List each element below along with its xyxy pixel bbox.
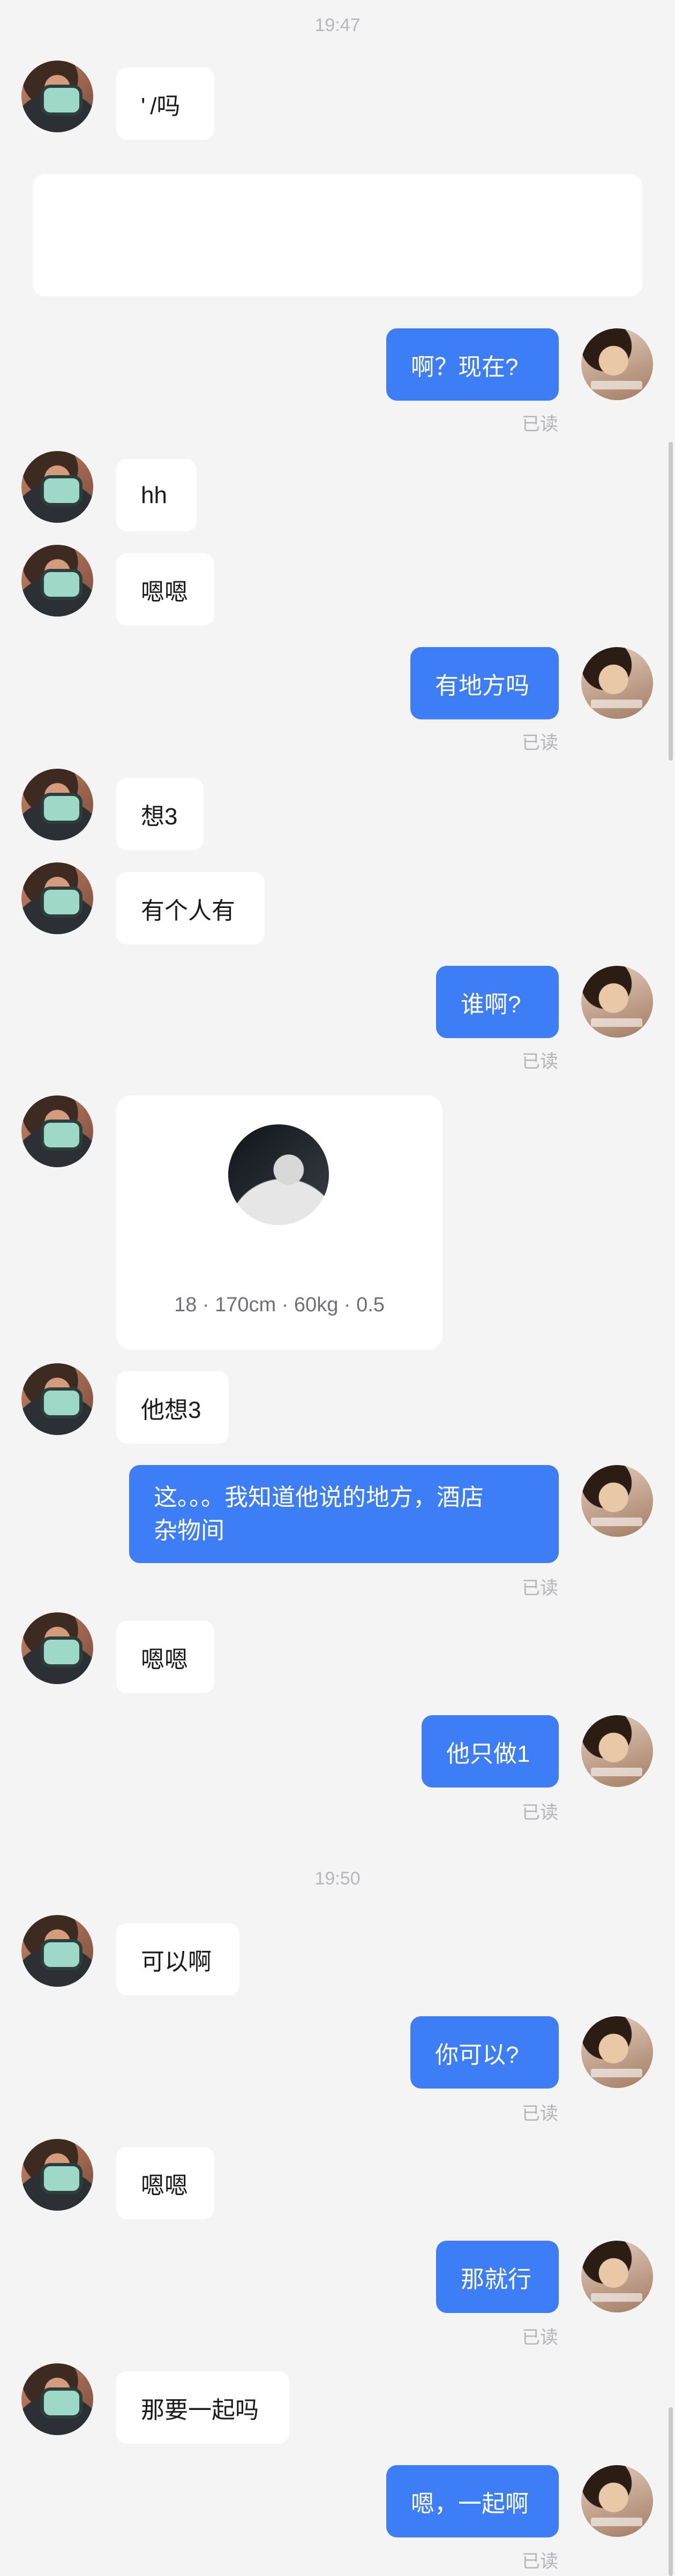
read-receipt: 已读 bbox=[522, 2327, 558, 2348]
my-avatar[interactable] bbox=[581, 1715, 653, 1787]
my-avatar[interactable] bbox=[581, 966, 653, 1038]
my-avatar[interactable] bbox=[581, 2241, 653, 2312]
read-receipt: 已读 bbox=[522, 414, 558, 434]
profile-card[interactable]: 18 · 170cm · 60kg · 0.5 bbox=[116, 1095, 442, 1350]
contact-avatar[interactable] bbox=[21, 61, 93, 132]
avatar-caption bbox=[591, 2518, 642, 2526]
incoming-message[interactable]: 那要一起吗 bbox=[116, 2371, 289, 2444]
mask-icon bbox=[41, 1387, 82, 1418]
incoming-message[interactable]: 他想3 bbox=[116, 1371, 229, 1444]
outgoing-message[interactable]: 那就行 bbox=[436, 2241, 559, 2313]
scrollbar-thumb[interactable] bbox=[669, 2407, 673, 2576]
mask-icon bbox=[41, 1939, 82, 1970]
outgoing-message[interactable]: 嗯，一起啊 bbox=[386, 2465, 559, 2537]
message-line: 杂物间 bbox=[154, 1518, 224, 1544]
profile-photo bbox=[228, 1124, 329, 1225]
incoming-message[interactable]: 想3 bbox=[116, 778, 204, 850]
contact-avatar[interactable] bbox=[21, 2363, 93, 2435]
outgoing-message[interactable]: 谁啊? bbox=[436, 966, 559, 1038]
profile-caption: 18 · 170cm · 60kg · 0.5 bbox=[174, 1294, 385, 1316]
incoming-message[interactable]: 可以啊 bbox=[116, 1923, 239, 1995]
contact-avatar[interactable] bbox=[21, 1612, 93, 1684]
avatar-caption bbox=[591, 1518, 642, 1526]
avatar-caption bbox=[591, 2293, 642, 2302]
blank-card[interactable] bbox=[33, 174, 642, 296]
message-line: 这。。。我知道他说的地方，酒店 bbox=[154, 1484, 484, 1511]
read-receipt: 已读 bbox=[522, 1052, 558, 1072]
mask-icon bbox=[41, 2163, 82, 2194]
read-receipt: 已读 bbox=[522, 2104, 558, 2124]
mask-icon bbox=[41, 1636, 82, 1668]
outgoing-message[interactable]: 啊？现在? bbox=[386, 328, 559, 401]
incoming-message[interactable]: 嗯嗯 bbox=[116, 2147, 214, 2219]
incoming-message[interactable]: ' /吗 bbox=[116, 67, 214, 140]
incoming-message[interactable]: hh bbox=[116, 459, 197, 531]
mask-icon bbox=[41, 887, 82, 918]
avatar-caption bbox=[591, 1768, 642, 1776]
avatar-caption bbox=[591, 700, 642, 708]
mask-icon bbox=[41, 475, 82, 506]
avatar-caption bbox=[591, 1018, 642, 1027]
contact-avatar[interactable] bbox=[21, 1915, 93, 1987]
avatar-caption bbox=[591, 2069, 642, 2077]
timestamp: 19:47 bbox=[314, 15, 361, 35]
my-avatar[interactable] bbox=[581, 1465, 653, 1537]
read-receipt: 已读 bbox=[522, 733, 558, 753]
mask-icon bbox=[41, 793, 82, 824]
my-avatar[interactable] bbox=[581, 647, 653, 719]
contact-avatar[interactable] bbox=[21, 2139, 93, 2211]
contact-avatar[interactable] bbox=[21, 545, 93, 617]
read-receipt: 已读 bbox=[522, 1578, 558, 1598]
mask-icon bbox=[41, 2387, 82, 2419]
contact-avatar[interactable] bbox=[21, 1095, 93, 1167]
my-avatar[interactable] bbox=[581, 328, 653, 400]
my-avatar[interactable] bbox=[581, 2016, 653, 2088]
read-receipt: 已读 bbox=[522, 1803, 558, 1823]
incoming-message[interactable]: 有个人有 bbox=[116, 872, 265, 944]
timestamp: 19:50 bbox=[314, 1868, 361, 1889]
contact-avatar[interactable] bbox=[21, 451, 93, 523]
mask-icon bbox=[41, 85, 82, 116]
mask-icon bbox=[41, 1120, 82, 1151]
scrollbar-thumb[interactable] bbox=[669, 442, 673, 761]
read-receipt: 已读 bbox=[522, 2551, 558, 2572]
avatar-caption bbox=[591, 381, 642, 389]
mask-icon bbox=[41, 569, 82, 600]
my-avatar[interactable] bbox=[581, 2465, 653, 2537]
incoming-message[interactable]: 嗯嗯 bbox=[116, 1621, 214, 1693]
outgoing-message[interactable]: 这。。。我知道他说的地方，酒店 杂物间 bbox=[129, 1465, 559, 1563]
outgoing-message[interactable]: 你可以? bbox=[410, 2016, 559, 2089]
contact-avatar[interactable] bbox=[21, 1363, 93, 1435]
outgoing-message[interactable]: 有地方吗 bbox=[410, 647, 559, 719]
incoming-message[interactable]: 嗯嗯 bbox=[116, 553, 214, 626]
contact-avatar[interactable] bbox=[21, 862, 93, 934]
outgoing-message[interactable]: 他只做1 bbox=[422, 1715, 559, 1788]
contact-avatar[interactable] bbox=[21, 769, 93, 840]
